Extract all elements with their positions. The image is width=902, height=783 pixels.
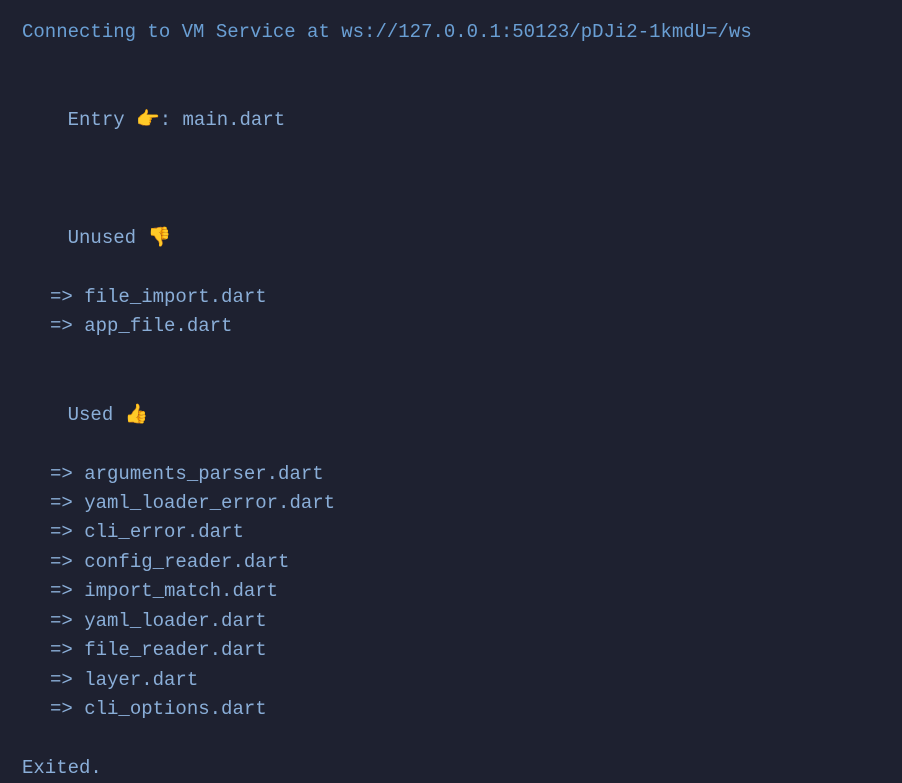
filename: cli_options.dart bbox=[84, 698, 266, 720]
entry-separator: : bbox=[160, 109, 171, 131]
used-file-item: => yaml_loader.dart bbox=[22, 607, 880, 636]
filename: arguments_parser.dart bbox=[84, 463, 323, 485]
used-file-item: => arguments_parser.dart bbox=[22, 460, 880, 489]
arrow-icon: => bbox=[50, 580, 73, 602]
used-file-item: => import_match.dart bbox=[22, 577, 880, 606]
vm-service-connection-line: Connecting to VM Service at ws://127.0.0… bbox=[22, 18, 880, 47]
used-files-list: => arguments_parser.dart=> yaml_loader_e… bbox=[22, 460, 880, 725]
arrow-icon: => bbox=[50, 521, 73, 543]
filename: yaml_loader_error.dart bbox=[84, 492, 335, 514]
unused-file-item: => app_file.dart bbox=[22, 312, 880, 341]
blank-line bbox=[22, 342, 880, 371]
filename: config_reader.dart bbox=[84, 551, 289, 573]
blank-line bbox=[22, 725, 880, 754]
thumbs-up-icon: 👍 bbox=[125, 404, 149, 426]
terminal-output: Connecting to VM Service at ws://127.0.0… bbox=[22, 18, 880, 783]
filename: import_match.dart bbox=[84, 580, 278, 602]
unused-label: Unused bbox=[68, 227, 136, 249]
arrow-icon: => bbox=[50, 286, 73, 308]
entry-label: Entry bbox=[68, 109, 125, 131]
arrow-icon: => bbox=[50, 463, 73, 485]
unused-file-item: => file_import.dart bbox=[22, 283, 880, 312]
thumbs-down-icon: 👎 bbox=[147, 227, 171, 249]
arrow-icon: => bbox=[50, 669, 73, 691]
arrow-icon: => bbox=[50, 315, 73, 337]
used-file-item: => cli_error.dart bbox=[22, 518, 880, 547]
arrow-icon: => bbox=[50, 551, 73, 573]
entry-file: main.dart bbox=[183, 109, 286, 131]
used-file-item: => config_reader.dart bbox=[22, 548, 880, 577]
used-file-item: => layer.dart bbox=[22, 666, 880, 695]
filename: app_file.dart bbox=[84, 315, 232, 337]
unused-section-header: Unused 👎 bbox=[22, 195, 880, 283]
blank-line bbox=[22, 165, 880, 194]
arrow-icon: => bbox=[50, 698, 73, 720]
filename: file_import.dart bbox=[84, 286, 266, 308]
arrow-icon: => bbox=[50, 639, 73, 661]
used-file-item: => cli_options.dart bbox=[22, 695, 880, 724]
unused-files-list: => file_import.dart=> app_file.dart bbox=[22, 283, 880, 342]
arrow-icon: => bbox=[50, 492, 73, 514]
filename: file_reader.dart bbox=[84, 639, 266, 661]
exited-line: Exited. bbox=[22, 754, 880, 783]
used-file-item: => file_reader.dart bbox=[22, 636, 880, 665]
used-label: Used bbox=[68, 404, 114, 426]
entry-line: Entry 👉: main.dart bbox=[22, 77, 880, 165]
used-section-header: Used 👍 bbox=[22, 371, 880, 459]
pointing-right-icon: 👉 bbox=[136, 109, 160, 131]
filename: cli_error.dart bbox=[84, 521, 244, 543]
used-file-item: => yaml_loader_error.dart bbox=[22, 489, 880, 518]
filename: yaml_loader.dart bbox=[84, 610, 266, 632]
filename: layer.dart bbox=[84, 669, 198, 691]
arrow-icon: => bbox=[50, 610, 73, 632]
blank-line bbox=[22, 47, 880, 76]
